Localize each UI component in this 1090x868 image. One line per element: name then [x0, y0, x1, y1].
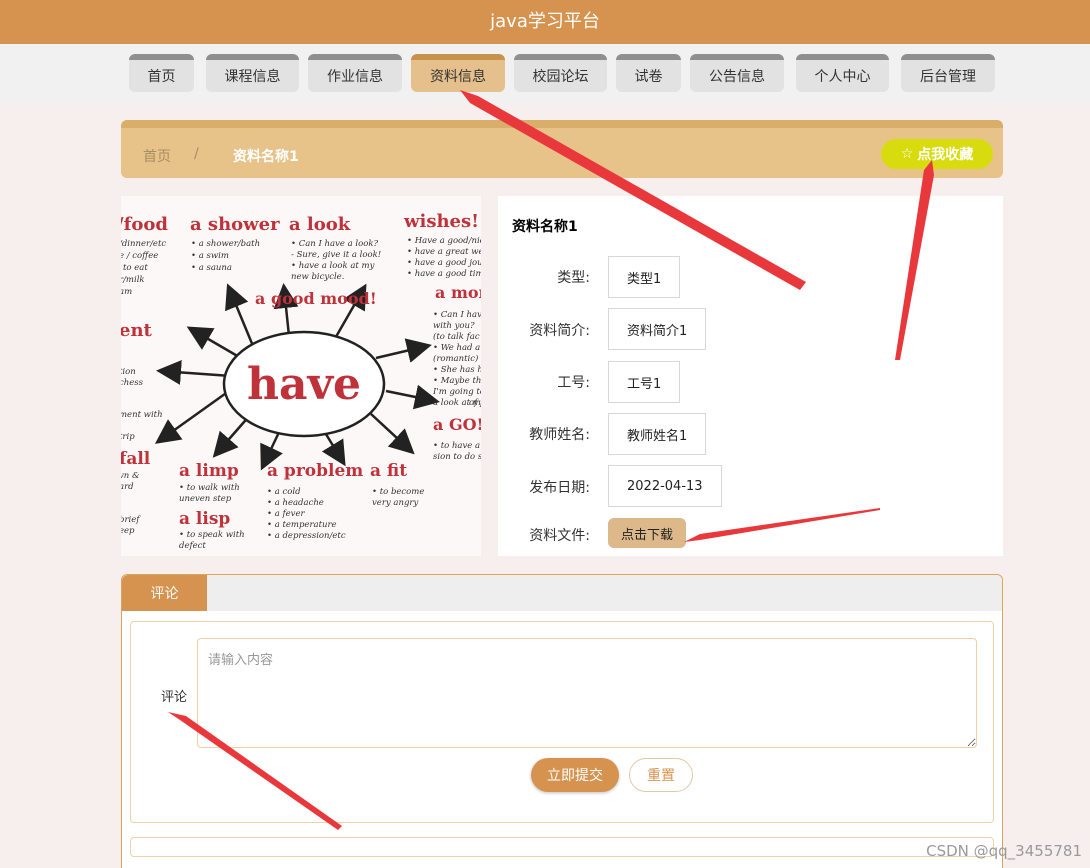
material-image: have /food a shower a look wishes! a goo…: [121, 196, 481, 556]
summary-value: 资料简介1: [608, 308, 707, 350]
comment-form: 评论 立即提交 重置: [130, 621, 994, 823]
watermark: CSDN @qq_3455781: [926, 842, 1082, 860]
image-note: • a swim: [191, 251, 229, 261]
teacher-name-label: 教师姓名:: [529, 427, 590, 443]
image-phrase: /food: [121, 214, 168, 235]
image-phrase: a problem: [267, 461, 363, 481]
image-phrase: wishes!: [403, 211, 479, 232]
type-value: 类型1: [608, 256, 681, 298]
image-note: of free: [469, 398, 481, 408]
image-note: • a fever: [267, 509, 305, 519]
app-title-bar: java学习平台: [0, 0, 1090, 44]
image-phrase: a lisp: [179, 509, 230, 529]
image-note: • a depression/etc: [267, 531, 346, 541]
image-center-word: have: [247, 359, 361, 410]
image-phrase: a limp: [179, 461, 239, 481]
image-note: to eat: [123, 263, 148, 273]
image-note: • We had a: [433, 343, 480, 353]
comment-input[interactable]: [197, 638, 977, 748]
publish-date-label: 发布日期:: [529, 480, 590, 496]
image-note: • a shower/bath: [191, 239, 260, 249]
nav-item-exam[interactable]: 试卷: [616, 54, 681, 92]
image-note: /dinner/etc: [121, 239, 166, 249]
image-phrase: a fit: [370, 461, 407, 481]
type-label: 类型:: [557, 270, 590, 286]
nav-item-home[interactable]: 首页: [129, 54, 194, 92]
breadcrumb-separator: /: [194, 146, 199, 162]
staff-id-label: 工号:: [557, 375, 590, 391]
image-note: trip: [121, 432, 135, 442]
teacher-name-value: 教师姓名1: [608, 413, 707, 455]
image-note: eep: [121, 526, 135, 536]
tab-comments[interactable]: 评论: [122, 575, 207, 611]
image-note: • Have a good/nice: [407, 236, 481, 246]
breadcrumb-home-link[interactable]: 首页: [143, 146, 171, 166]
image-note: • a sauna: [191, 263, 232, 273]
image-note: tion: [121, 367, 136, 377]
nav-item-notices[interactable]: 公告信息: [690, 54, 784, 92]
publish-date-value: 2022-04-13: [608, 465, 722, 507]
image-note: • to become: [372, 487, 424, 497]
nav-item-homework[interactable]: 作业信息: [308, 54, 402, 92]
favorite-label: 点我收藏: [917, 147, 974, 163]
file-label: 资料文件:: [529, 528, 590, 544]
image-phrase: fall: [121, 449, 151, 469]
image-note: • a temperature: [267, 520, 337, 530]
image-note: • have a look at my: [291, 261, 375, 271]
material-detail-panel: 资料名称1 类型: 类型1 资料简介: 资料简介1 工号: 工号1 教师姓名: …: [498, 196, 1003, 556]
image-note: am: [121, 287, 132, 297]
comment-label: 评论: [161, 690, 188, 705]
image-note: new bicycle.: [291, 272, 344, 282]
submit-button[interactable]: 立即提交: [531, 758, 619, 792]
image-note: ment with: [121, 410, 163, 420]
image-note: chess: [121, 378, 144, 388]
image-note: • to speak with: [179, 530, 245, 540]
breadcrumb-current: 资料名称1: [233, 149, 299, 165]
image-phrase: ent: [121, 320, 153, 341]
image-note: very angry: [372, 498, 418, 508]
nav-item-materials[interactable]: 资料信息: [411, 54, 505, 92]
image-note: - Sure, give it a look!: [291, 250, 381, 260]
image-note: • a cold: [267, 487, 301, 497]
image-note: sion to do s: [433, 452, 481, 462]
image-note: (romantic): [433, 353, 478, 364]
star-outline-icon: ☆: [900, 146, 914, 162]
image-note: ard: [121, 482, 134, 492]
comment-tabs: 评论: [122, 575, 1002, 611]
image-note: brief: [121, 515, 141, 525]
image-note: • have a great wee: [407, 247, 481, 257]
image-phrase: a good mood!: [255, 289, 377, 308]
favorite-button[interactable]: ☆ 点我收藏: [881, 139, 993, 169]
summary-label: 资料简介:: [529, 323, 590, 339]
comment-section: 评论 评论 立即提交 重置: [121, 574, 1003, 868]
breadcrumb: 首页 / 资料名称1 ☆ 点我收藏: [121, 120, 1003, 178]
comment-list-strip: [130, 837, 994, 857]
download-button[interactable]: 点击下载: [608, 518, 686, 548]
image-note: uneven step: [179, 494, 232, 504]
image-note: • Can I have: [433, 310, 481, 320]
image-note: defect: [179, 541, 206, 551]
image-note: • to walk with: [179, 483, 240, 493]
image-phrase: a look: [289, 214, 351, 235]
image-note: with you?: [433, 321, 475, 331]
reset-button[interactable]: 重置: [629, 758, 693, 792]
image-phrase: a shower: [190, 214, 280, 235]
material-title: 资料名称1: [512, 219, 578, 235]
image-note: e / coffee: [121, 251, 158, 261]
nav-item-admin[interactable]: 后台管理: [901, 54, 995, 92]
image-note: vn &: [121, 471, 140, 481]
nav-item-forum[interactable]: 校园论坛: [514, 54, 607, 92]
staff-id-value: 工号1: [608, 361, 681, 403]
image-note: r/milk: [121, 275, 145, 285]
nav-item-profile[interactable]: 个人中心: [796, 54, 889, 92]
image-note: • Can I have a look?: [291, 239, 378, 249]
app-title: java学习平台: [490, 11, 600, 32]
nav-item-courses[interactable]: 课程信息: [206, 54, 299, 92]
image-note: • a headache: [267, 498, 324, 508]
